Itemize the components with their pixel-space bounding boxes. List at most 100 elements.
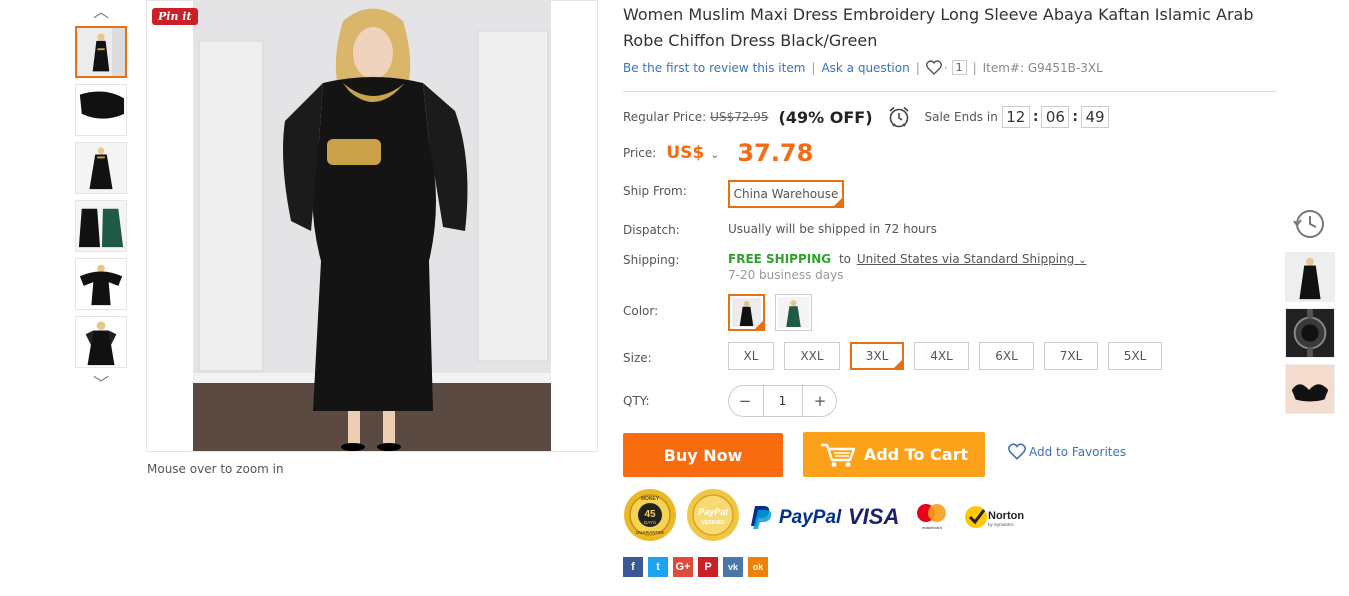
shipping-label: Shipping: <box>623 253 680 267</box>
review-link[interactable]: Be the first to review this item <box>623 61 805 75</box>
product-title: Women Muslim Maxi Dress Embroidery Long … <box>623 5 1254 50</box>
add-to-cart-button[interactable]: Add To Cart <box>803 432 985 477</box>
color-option-black[interactable] <box>728 294 765 331</box>
odnoklassniki-share-icon[interactable]: ok <box>748 557 768 577</box>
qty-label: QTY: <box>623 394 650 408</box>
google-plus-share-icon[interactable]: G+ <box>673 557 693 577</box>
add-to-favorites-label: Add to Favorites <box>1029 444 1127 459</box>
zoom-hint-text: Mouse over to zoom in <box>147 462 284 476</box>
currency-selector[interactable]: US$ ⌄ <box>666 143 719 163</box>
thumbnail-2[interactable] <box>75 84 127 136</box>
buy-now-button[interactable]: Buy Now <box>623 433 783 477</box>
product-photo <box>193 1 551 451</box>
discount-badge: (49% OFF) <box>778 107 873 127</box>
svg-text:VERIFIED: VERIFIED <box>701 520 724 526</box>
main-product-image[interactable]: Pin it <box>146 0 598 452</box>
fav-count: 1 <box>951 60 967 75</box>
recent-item-bra[interactable] <box>1285 364 1335 414</box>
shipping-to-text: to <box>838 252 851 266</box>
thumbnail-1[interactable] <box>75 26 127 78</box>
money-back-guarantee-badge: MONEY 45 DAYS GUARANTEE <box>624 489 676 541</box>
facebook-share-icon[interactable]: f <box>623 557 643 577</box>
pinterest-pin-button[interactable]: Pin it <box>152 8 198 25</box>
trust-badges: MONEY 45 DAYS GUARANTEE PayPal VERIFIED … <box>624 489 1024 541</box>
recent-item-image <box>1286 309 1334 357</box>
svg-text:Norton: Norton <box>988 510 1024 522</box>
qty-plus-button[interactable]: + <box>810 392 830 410</box>
qty-input[interactable] <box>762 386 803 416</box>
twitter-share-icon[interactable]: t <box>648 557 668 577</box>
separator: | <box>972 60 977 75</box>
shipping-destination-selector[interactable]: United States via Standard Shipping ⌄ <box>857 252 1087 266</box>
paypal-verified-badge: PayPal VERIFIED <box>687 489 739 541</box>
ask-question-link[interactable]: Ask a question <box>821 61 909 75</box>
thumbnail-4[interactable] <box>75 200 127 252</box>
color-swatch-image <box>732 298 761 327</box>
dispatch-value: Usually will be shipped in 72 hours <box>728 222 937 236</box>
price-row: Price: US$ ⌄ 37.78 <box>623 139 813 167</box>
size-option-xxl[interactable]: XXL <box>784 342 840 370</box>
timer-seconds: 49 <box>1081 106 1110 128</box>
size-option-5xl[interactable]: 5XL <box>1108 342 1162 370</box>
history-clock-icon[interactable] <box>1292 207 1326 241</box>
recent-item-image <box>1286 365 1334 413</box>
color-swatch-image <box>778 297 809 328</box>
chevron-down-icon: ⌄ <box>710 148 720 161</box>
heart-icon <box>925 60 942 75</box>
pinterest-share-icon[interactable]: P <box>698 557 718 577</box>
timer-hours: 12 <box>1001 106 1030 128</box>
thumbnail-image <box>76 201 126 251</box>
alarm-clock-icon <box>887 105 911 129</box>
thumbnail-image <box>76 317 126 367</box>
chevron-down-icon: ⌄ <box>1078 255 1087 266</box>
thumbnail-down-arrow-icon[interactable]: ﹀ <box>89 370 113 394</box>
thumbnail-up-arrow-icon[interactable]: ︿ <box>89 0 113 22</box>
recent-item-dress[interactable] <box>1285 252 1335 302</box>
divider <box>623 91 1277 92</box>
shipping-days: 7-20 business days <box>728 268 844 282</box>
thumbnail-image <box>76 143 126 193</box>
price-label: Price: <box>623 146 657 160</box>
ship-from-label: Ship From: <box>623 184 687 198</box>
free-shipping-text: FREE SHIPPING <box>728 252 832 266</box>
size-option-7xl[interactable]: 7XL <box>1044 342 1098 370</box>
size-option-xl[interactable]: XL <box>728 342 774 370</box>
svg-text:45: 45 <box>644 509 656 520</box>
size-option-4xl[interactable]: 4XL <box>914 342 969 370</box>
regular-price-row: Regular Price: US$72.95 (49% OFF) Sale E… <box>623 104 1110 130</box>
timer-colon: : <box>1072 109 1079 125</box>
thumbnail-5[interactable] <box>75 258 127 310</box>
recent-item-watch[interactable] <box>1285 308 1335 358</box>
svg-text:PayPal: PayPal <box>698 507 728 517</box>
size-option-6xl[interactable]: 6XL <box>979 342 1034 370</box>
separator: | <box>915 60 920 75</box>
shipping-value: FREE SHIPPING to United States via Stand… <box>728 252 1086 266</box>
shopping-cart-icon <box>820 443 856 467</box>
sale-price: 37.78 <box>737 139 814 167</box>
color-option-green[interactable] <box>775 294 812 331</box>
qty-minus-button[interactable]: − <box>735 392 755 410</box>
vk-share-icon[interactable]: vk <box>723 557 743 577</box>
paypal-logo: PayPal <box>751 506 842 529</box>
color-label: Color: <box>623 304 659 318</box>
svg-text:DAYS: DAYS <box>644 520 656 525</box>
ship-from-option[interactable]: China Warehouse <box>728 180 844 208</box>
heart-icon <box>1008 443 1026 460</box>
thumbnail-3[interactable] <box>75 142 127 194</box>
norton-logo: Norton by Symantec <box>965 506 1024 528</box>
add-to-favorites-link[interactable]: Add to Favorites <box>1008 443 1126 460</box>
thumbnail-6[interactable] <box>75 316 127 368</box>
regular-price-value: US$72.95 <box>710 110 769 124</box>
thumbnail-image <box>76 259 126 309</box>
review-row: Be the first to review this item | Ask a… <box>623 60 1103 75</box>
svg-text:MONEY: MONEY <box>641 496 660 502</box>
dispatch-label: Dispatch: <box>623 223 680 237</box>
timer-colon: : <box>1032 109 1039 125</box>
favorite-count-button[interactable]: · 1 <box>925 60 967 75</box>
svg-text:by Symantec: by Symantec <box>988 522 1015 527</box>
sale-ends-label: Sale Ends in <box>924 110 998 124</box>
regular-price-label: Regular Price: <box>623 110 707 124</box>
size-option-3xl[interactable]: 3XL <box>850 342 904 370</box>
item-number: Item#: G9451B-3XL <box>982 60 1103 75</box>
quantity-stepper: − + <box>728 385 837 417</box>
